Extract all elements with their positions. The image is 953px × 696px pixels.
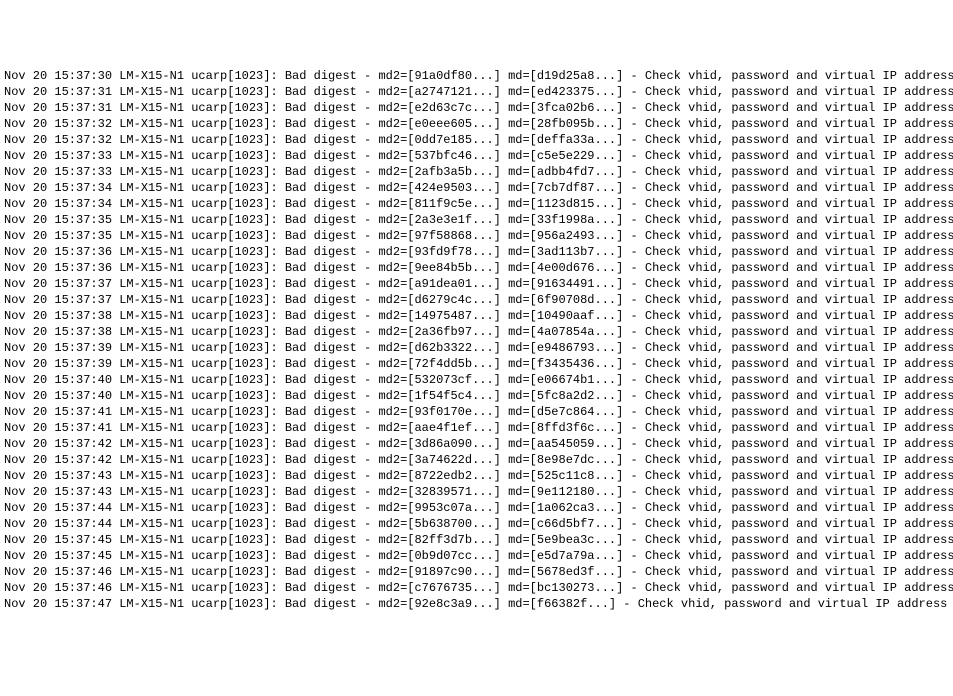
log-line: Nov 20 15:37:35 LM-X15-N1 ucarp[1023]: B… bbox=[4, 212, 949, 228]
log-line: Nov 20 15:37:41 LM-X15-N1 ucarp[1023]: B… bbox=[4, 404, 949, 420]
log-line: Nov 20 15:37:44 LM-X15-N1 ucarp[1023]: B… bbox=[4, 516, 949, 532]
log-line: Nov 20 15:37:32 LM-X15-N1 ucarp[1023]: B… bbox=[4, 116, 949, 132]
log-output: Nov 20 15:37:30 LM-X15-N1 ucarp[1023]: B… bbox=[4, 68, 949, 612]
log-line: Nov 20 15:37:45 LM-X15-N1 ucarp[1023]: B… bbox=[4, 548, 949, 564]
log-line: Nov 20 15:37:46 LM-X15-N1 ucarp[1023]: B… bbox=[4, 564, 949, 580]
log-line: Nov 20 15:37:46 LM-X15-N1 ucarp[1023]: B… bbox=[4, 580, 949, 596]
log-line: Nov 20 15:37:44 LM-X15-N1 ucarp[1023]: B… bbox=[4, 500, 949, 516]
log-line: Nov 20 15:37:30 LM-X15-N1 ucarp[1023]: B… bbox=[4, 68, 949, 84]
log-line: Nov 20 15:37:37 LM-X15-N1 ucarp[1023]: B… bbox=[4, 276, 949, 292]
log-line: Nov 20 15:37:40 LM-X15-N1 ucarp[1023]: B… bbox=[4, 372, 949, 388]
log-line: Nov 20 15:37:41 LM-X15-N1 ucarp[1023]: B… bbox=[4, 420, 949, 436]
log-line: Nov 20 15:37:38 LM-X15-N1 ucarp[1023]: B… bbox=[4, 308, 949, 324]
log-line: Nov 20 15:37:39 LM-X15-N1 ucarp[1023]: B… bbox=[4, 340, 949, 356]
log-line: Nov 20 15:37:45 LM-X15-N1 ucarp[1023]: B… bbox=[4, 532, 949, 548]
log-line: Nov 20 15:37:40 LM-X15-N1 ucarp[1023]: B… bbox=[4, 388, 949, 404]
log-line: Nov 20 15:37:47 LM-X15-N1 ucarp[1023]: B… bbox=[4, 596, 949, 612]
log-line: Nov 20 15:37:31 LM-X15-N1 ucarp[1023]: B… bbox=[4, 84, 949, 100]
log-line: Nov 20 15:37:31 LM-X15-N1 ucarp[1023]: B… bbox=[4, 100, 949, 116]
log-line: Nov 20 15:37:34 LM-X15-N1 ucarp[1023]: B… bbox=[4, 196, 949, 212]
log-line: Nov 20 15:37:37 LM-X15-N1 ucarp[1023]: B… bbox=[4, 292, 949, 308]
log-line: Nov 20 15:37:43 LM-X15-N1 ucarp[1023]: B… bbox=[4, 468, 949, 484]
log-line: Nov 20 15:37:32 LM-X15-N1 ucarp[1023]: B… bbox=[4, 132, 949, 148]
log-line: Nov 20 15:37:34 LM-X15-N1 ucarp[1023]: B… bbox=[4, 180, 949, 196]
log-line: Nov 20 15:37:33 LM-X15-N1 ucarp[1023]: B… bbox=[4, 148, 949, 164]
log-line: Nov 20 15:37:38 LM-X15-N1 ucarp[1023]: B… bbox=[4, 324, 949, 340]
log-line: Nov 20 15:37:33 LM-X15-N1 ucarp[1023]: B… bbox=[4, 164, 949, 180]
log-line: Nov 20 15:37:36 LM-X15-N1 ucarp[1023]: B… bbox=[4, 260, 949, 276]
log-line: Nov 20 15:37:42 LM-X15-N1 ucarp[1023]: B… bbox=[4, 436, 949, 452]
log-line: Nov 20 15:37:43 LM-X15-N1 ucarp[1023]: B… bbox=[4, 484, 949, 500]
log-line: Nov 20 15:37:36 LM-X15-N1 ucarp[1023]: B… bbox=[4, 244, 949, 260]
log-line: Nov 20 15:37:42 LM-X15-N1 ucarp[1023]: B… bbox=[4, 452, 949, 468]
log-line: Nov 20 15:37:39 LM-X15-N1 ucarp[1023]: B… bbox=[4, 356, 949, 372]
log-line: Nov 20 15:37:35 LM-X15-N1 ucarp[1023]: B… bbox=[4, 228, 949, 244]
